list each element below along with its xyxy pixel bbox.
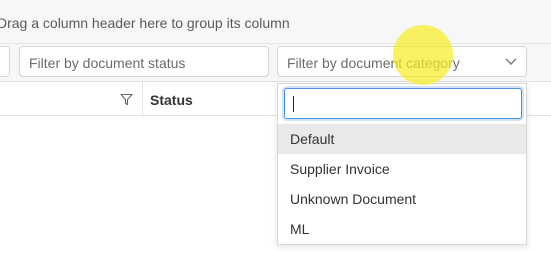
document-category-dropdown: Default Supplier Invoice Unknown Documen… bbox=[277, 83, 527, 245]
funnel-icon[interactable] bbox=[120, 93, 133, 106]
dropdown-search-input[interactable] bbox=[284, 88, 522, 119]
dropdown-option-label: Supplier Invoice bbox=[290, 161, 390, 177]
dropdown-option-ml[interactable]: ML bbox=[278, 214, 526, 244]
group-by-panel[interactable]: Drag a column header here to group its c… bbox=[0, 0, 551, 44]
dropdown-option-label: Default bbox=[290, 131, 335, 147]
document-category-filter[interactable]: Filter by document category bbox=[277, 46, 527, 77]
dropdown-option-label: ML bbox=[290, 221, 310, 237]
status-column-header[interactable]: Status bbox=[150, 92, 193, 108]
document-category-filter-placeholder: Filter by document category bbox=[287, 55, 460, 71]
document-status-filter[interactable]: Filter by document status bbox=[19, 46, 269, 77]
dropdown-option-label: Unknown Document bbox=[290, 191, 417, 207]
column-divider[interactable] bbox=[142, 82, 143, 116]
filter-row: Filter by document status Filter by docu… bbox=[0, 44, 551, 82]
dropdown-option-unknown-document[interactable]: Unknown Document bbox=[278, 184, 526, 214]
dropdown-option-default[interactable]: Default bbox=[278, 124, 526, 154]
filter-field-partial[interactable] bbox=[0, 46, 10, 77]
document-status-filter-placeholder: Filter by document status bbox=[29, 55, 186, 71]
dropdown-option-supplier-invoice[interactable]: Supplier Invoice bbox=[278, 154, 526, 184]
chevron-down-icon[interactable] bbox=[505, 57, 517, 66]
group-by-hint: Drag a column header here to group its c… bbox=[0, 15, 290, 31]
text-caret bbox=[293, 96, 294, 112]
